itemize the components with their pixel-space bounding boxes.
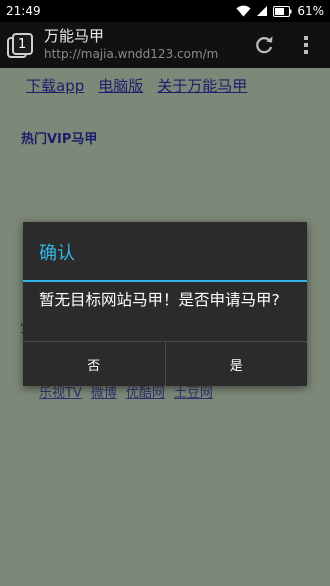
signal-icon xyxy=(256,5,268,17)
section-heading: 热门VIP马甲 xyxy=(21,132,98,147)
battery-icon xyxy=(273,5,292,17)
yes-button[interactable]: 是 xyxy=(164,342,308,386)
wifi-icon xyxy=(236,5,251,17)
no-button[interactable]: 否 xyxy=(23,342,165,386)
status-time: 21:49 xyxy=(6,4,41,18)
tab-count: 1 xyxy=(18,37,27,52)
desktop-version-link[interactable]: 电脑版 xyxy=(98,75,143,96)
refresh-icon[interactable] xyxy=(253,34,275,56)
battery-percent: 61% xyxy=(297,4,324,18)
url-field[interactable]: http://majia.wndd123.com/m xyxy=(44,47,229,61)
tabs-icon[interactable]: 1 xyxy=(7,33,33,59)
dialog-divider xyxy=(23,280,307,282)
confirm-dialog: 确认 暂无目标网站马甲！是否申请马甲? 否 是 xyxy=(23,222,307,386)
dialog-message: 暂无目标网站马甲！是否申请马甲? xyxy=(39,291,280,309)
status-icons: 61% xyxy=(236,4,324,18)
download-app-link[interactable]: 下载app xyxy=(26,75,84,96)
dialog-button-bar: 否 是 xyxy=(23,341,307,386)
overflow-menu-icon[interactable] xyxy=(300,34,312,56)
about-link[interactable]: 关于万能马甲 xyxy=(157,75,247,96)
browser-action-bar: 1 万能马甲 http://majia.wndd123.com/m xyxy=(0,22,330,68)
page-title: 万能马甲 xyxy=(44,27,105,45)
page-top-links: 下载app 电脑版 关于万能马甲 xyxy=(26,75,247,96)
dialog-title: 确认 xyxy=(39,243,75,264)
status-bar: 21:49 61% xyxy=(0,0,330,22)
